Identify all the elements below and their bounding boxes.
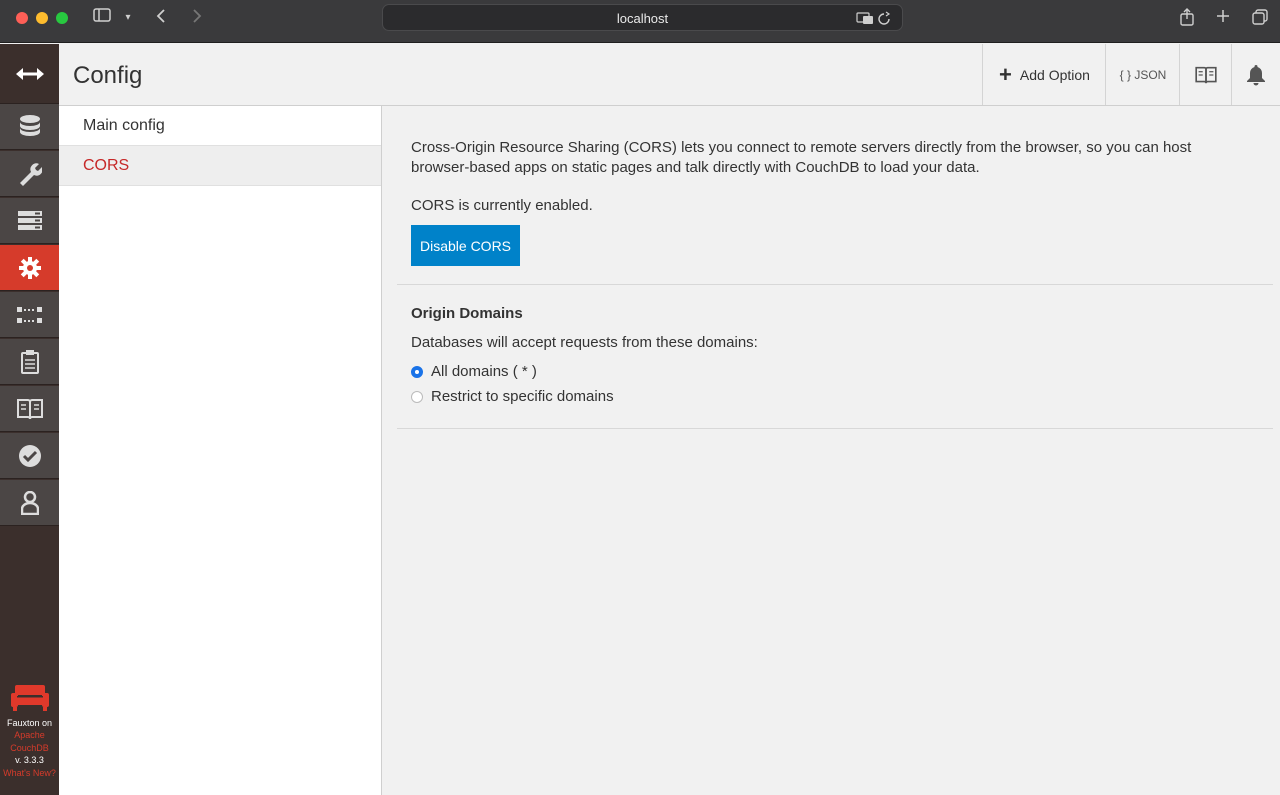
disable-cors-button[interactable]: Disable CORS <box>411 225 520 266</box>
apache-link[interactable]: Apache <box>0 729 59 742</box>
add-option-button[interactable]: + Add Option <box>982 44 1106 105</box>
footer-line1: Fauxton on <box>6 717 53 728</box>
browser-toolbar: ▾ localhost <box>0 0 1280 43</box>
add-option-label: Add Option <box>1019 66 1090 83</box>
whats-new-link[interactable]: What's New? <box>0 767 59 780</box>
nav-verify[interactable] <box>0 433 59 479</box>
active-tasks-icon <box>17 210 42 230</box>
back-icon[interactable] <box>154 8 168 28</box>
docs-button[interactable] <box>1179 44 1232 105</box>
nav-documentation[interactable] <box>0 339 59 385</box>
radio-all-domains[interactable]: All domains ( * ) <box>411 363 537 380</box>
config-gear-icon <box>18 256 41 279</box>
close-window-button[interactable] <box>16 12 28 24</box>
config-sidebar: Main config CORS <box>59 106 382 795</box>
databases-icon <box>19 114 40 136</box>
nav-replication[interactable] <box>0 292 59 338</box>
translate-reload-icons[interactable] <box>856 10 894 29</box>
new-tab-icon[interactable] <box>1214 8 1232 28</box>
plus-icon: + <box>999 61 1012 87</box>
chevron-down-icon[interactable]: ▾ <box>122 8 134 28</box>
book-icon <box>1195 66 1217 83</box>
origin-domains-desc: Databases will accept requests from thes… <box>411 334 758 351</box>
documentation-clipboard-icon <box>20 349 39 374</box>
nav-config[interactable] <box>0 245 59 291</box>
left-nav: Fauxton on Apache CouchDB v. 3.3.3 What'… <box>0 44 59 795</box>
url-text: localhost <box>616 11 669 26</box>
sidebar-item-cors[interactable]: CORS <box>59 146 381 186</box>
radio-restrict-domains[interactable]: Restrict to specific domains <box>411 388 614 405</box>
tab-overview-icon[interactable] <box>1250 8 1270 28</box>
address-bar[interactable]: localhost <box>382 4 903 31</box>
cors-status-section <box>397 106 1273 285</box>
radio-restrict-domains-label: Restrict to specific domains <box>431 388 614 405</box>
collapse-arrows-icon <box>15 67 44 80</box>
json-label: { } JSON <box>1119 67 1167 82</box>
origin-domains-title: Origin Domains <box>411 305 523 322</box>
maximize-window-button[interactable] <box>56 12 68 24</box>
nav-databases[interactable] <box>0 104 59 150</box>
couchdb-logo-icon <box>10 684 49 711</box>
setup-wrench-icon <box>19 162 42 186</box>
nav-footer: Fauxton on Apache CouchDB v. 3.3.3 What'… <box>0 684 59 780</box>
cors-status-text: CORS is currently enabled. <box>411 197 593 214</box>
page-header: Config + Add Option { } JSON <box>59 44 1280 106</box>
cors-description: Cross-Origin Resource Sharing (CORS) let… <box>411 139 1192 176</box>
radio-all-domains-label: All domains ( * ) <box>431 363 537 380</box>
nav-setup[interactable] <box>0 151 59 197</box>
page-title: Config <box>73 62 143 89</box>
replication-icon <box>16 306 42 323</box>
couchdb-link[interactable]: CouchDB <box>0 742 59 755</box>
notifications-button[interactable] <box>1231 44 1280 105</box>
bell-icon <box>1247 64 1265 85</box>
forward-icon[interactable] <box>190 8 204 28</box>
origin-domains-section: Origin Domains Databases will accept req… <box>397 285 1273 429</box>
sidebar-item-main-config[interactable]: Main config <box>59 106 381 146</box>
nav-docs[interactable] <box>0 386 59 432</box>
radio-button-checked[interactable] <box>411 365 423 378</box>
cors-panel: Cross-Origin Resource Sharing (CORS) let… <box>382 106 1280 795</box>
user-icon <box>20 490 39 515</box>
nav-active-tasks[interactable] <box>0 198 59 244</box>
version-text: v. 3.3.3 <box>15 755 44 765</box>
radio-button-unchecked[interactable] <box>411 390 423 403</box>
docs-book-icon <box>16 398 43 419</box>
json-button[interactable]: { } JSON <box>1105 44 1180 105</box>
share-icon[interactable] <box>1178 8 1196 28</box>
sidebar-toggle-icon[interactable] <box>92 8 112 28</box>
verify-check-icon <box>18 444 41 467</box>
collapse-nav-button[interactable] <box>0 44 59 104</box>
minimize-window-button[interactable] <box>36 12 48 24</box>
nav-user[interactable] <box>0 480 59 526</box>
